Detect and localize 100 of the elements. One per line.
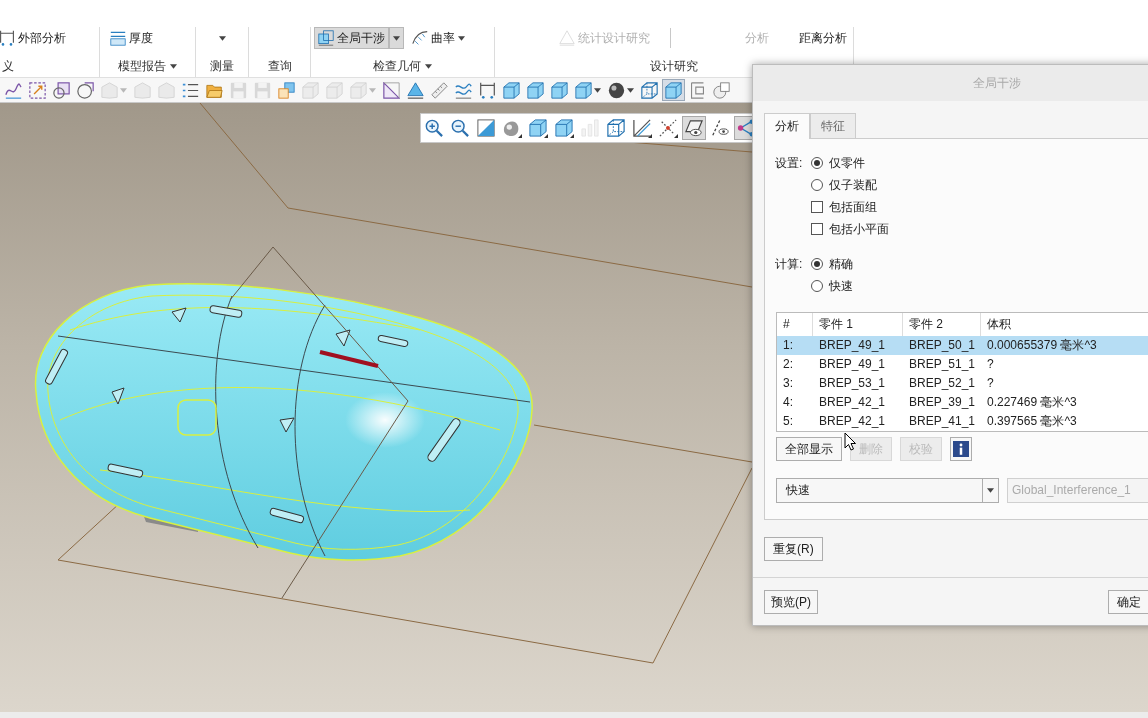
ball-icon: [503, 119, 521, 137]
view-toolbar-button[interactable]: [526, 116, 550, 140]
caret-icon: [594, 87, 601, 93]
radio-option[interactable]: 快速: [811, 275, 853, 297]
table-cell-text: 4:: [782, 394, 794, 411]
dialog-button[interactable]: 全部显示: [776, 437, 842, 461]
box-icon: [302, 81, 319, 99]
ribbon-button[interactable]: 距离分析: [795, 27, 851, 49]
ribbon-button[interactable]: 曲率: [408, 27, 469, 49]
wave-icon: [455, 81, 472, 99]
repeat-button[interactable]: 重复(R): [764, 537, 823, 561]
circle-icon: [77, 81, 94, 99]
view-toolbar-button[interactable]: [604, 116, 628, 140]
frame-icon: [689, 81, 706, 99]
layers-icon: [110, 30, 126, 46]
list-icon: [182, 81, 199, 99]
ribbon-button[interactable]: 厚度: [106, 27, 157, 49]
table-cell-text: BREP_51_1: [908, 356, 977, 373]
radio-option[interactable]: 仅零件: [811, 152, 889, 174]
dropdown-arrow-button[interactable]: [389, 27, 404, 49]
box-icon: [350, 81, 367, 99]
toolbar-button[interactable]: [572, 79, 604, 101]
ribbon-button[interactable]: 全局干涉: [314, 27, 389, 49]
corner-triangle-icon: [674, 134, 678, 138]
cube-icon: [551, 81, 568, 99]
view-toolbar-button[interactable]: [552, 116, 576, 140]
table-row[interactable]: 3: BREP_53_1 BREP_52_1 ?: [777, 374, 1148, 393]
save-icon: [230, 81, 247, 99]
caret-icon: [120, 87, 127, 93]
square-circle-icon: [53, 81, 70, 99]
table-cell-text: 0.000655379 毫米^3: [986, 337, 1098, 354]
caret-icon: [627, 87, 634, 93]
dialog-button[interactable]: 预览(P): [764, 590, 818, 614]
dashed-square-icon: [29, 81, 46, 99]
checkbox-option[interactable]: 包括小平面: [811, 218, 889, 240]
dialog-title: 全局干涉: [973, 74, 1021, 92]
radio-button[interactable]: [811, 280, 823, 292]
checkbox-option[interactable]: 包括面组: [811, 196, 889, 218]
toolbar-button[interactable]: [74, 79, 97, 101]
group-label: 设计研究: [649, 57, 699, 75]
dotted-axes-icon: [659, 119, 677, 137]
zoom-out-icon: [451, 119, 469, 137]
table-cell-text: BREP_41_1: [908, 413, 977, 430]
overlapping-squares-icon: [278, 81, 295, 99]
checkbox[interactable]: [811, 223, 823, 235]
interference-bar: [319, 350, 379, 368]
table-row[interactable]: 2: BREP_49_1 BREP_51_1 ?: [777, 355, 1148, 374]
table-cell-text: 0.227469 毫米^3: [986, 394, 1078, 411]
radio-option[interactable]: 精确: [811, 253, 853, 275]
table-cell-text: BREP_42_1: [818, 394, 887, 411]
group-menu-button[interactable]: 检查几何: [371, 55, 434, 77]
cube-icon: [665, 81, 682, 99]
group-menu-button[interactable]: 模型报告: [116, 55, 179, 77]
table-cell-text: BREP_42_1: [818, 413, 887, 430]
circle-square-icon: [713, 81, 730, 99]
triangle-icon: [559, 30, 575, 46]
save-icon: [254, 81, 271, 99]
table-cell-text: BREP_49_1: [818, 356, 887, 373]
radio-button[interactable]: [811, 258, 823, 270]
table-cell-text: ?: [986, 375, 995, 392]
checkbox[interactable]: [811, 201, 823, 213]
radio-button[interactable]: [811, 179, 823, 191]
table-cell-text: 1:: [782, 337, 794, 354]
toolbar-button[interactable]: [50, 79, 73, 101]
bar-chart-icon: [581, 119, 599, 137]
cube-icon: [575, 81, 592, 99]
toolbar-button[interactable]: [380, 79, 403, 101]
ribbon-button[interactable]: 外部分析: [0, 27, 70, 49]
tab[interactable]: 特征: [810, 113, 856, 138]
option-group-label: 设置:: [775, 155, 804, 172]
box-icon: [326, 81, 343, 99]
toolbar-button[interactable]: [638, 79, 661, 101]
table-row[interactable]: 5: BREP_42_1 BREP_41_1 0.397565 毫米^3: [777, 412, 1148, 431]
pyramid-icon: [407, 81, 424, 99]
caret-icon: [369, 87, 376, 93]
tab[interactable]: 分析: [764, 113, 810, 139]
radio-option[interactable]: 仅子装配: [811, 174, 889, 196]
cube-icon: [503, 81, 520, 99]
info-button[interactable]: [950, 437, 972, 461]
radio-button[interactable]: [811, 157, 823, 169]
caret-icon: [458, 35, 465, 41]
ruler-icon: [431, 81, 448, 99]
table-cell-text: 2:: [782, 356, 794, 373]
table-row[interactable]: 1: BREP_49_1 BREP_50_1 0.000655379 毫米^3: [777, 336, 1148, 355]
dimension-icon: [0, 30, 15, 46]
dialog-button[interactable]: 确定: [1108, 590, 1148, 614]
caret-icon: [425, 63, 432, 69]
overlapping-squares-icon: [318, 30, 334, 46]
table-row[interactable]: 4: BREP_42_1 BREP_39_1 0.227469 毫米^3: [777, 393, 1148, 412]
view-toolbar-button[interactable]: [682, 116, 706, 140]
table-cell-text: BREP_39_1: [908, 394, 977, 411]
table-cell-text: BREP_52_1: [908, 375, 977, 392]
solid-shape-icon: [101, 81, 118, 99]
dropdown[interactable]: 快速: [776, 478, 999, 503]
corner-triangle-icon: [518, 134, 522, 138]
column-header: 体积: [986, 316, 1012, 333]
curvature-icon: [412, 30, 428, 46]
corner-triangle-icon: [648, 134, 652, 138]
group-label: 测量: [209, 57, 235, 75]
wireframe-cube-icon: [607, 119, 625, 137]
